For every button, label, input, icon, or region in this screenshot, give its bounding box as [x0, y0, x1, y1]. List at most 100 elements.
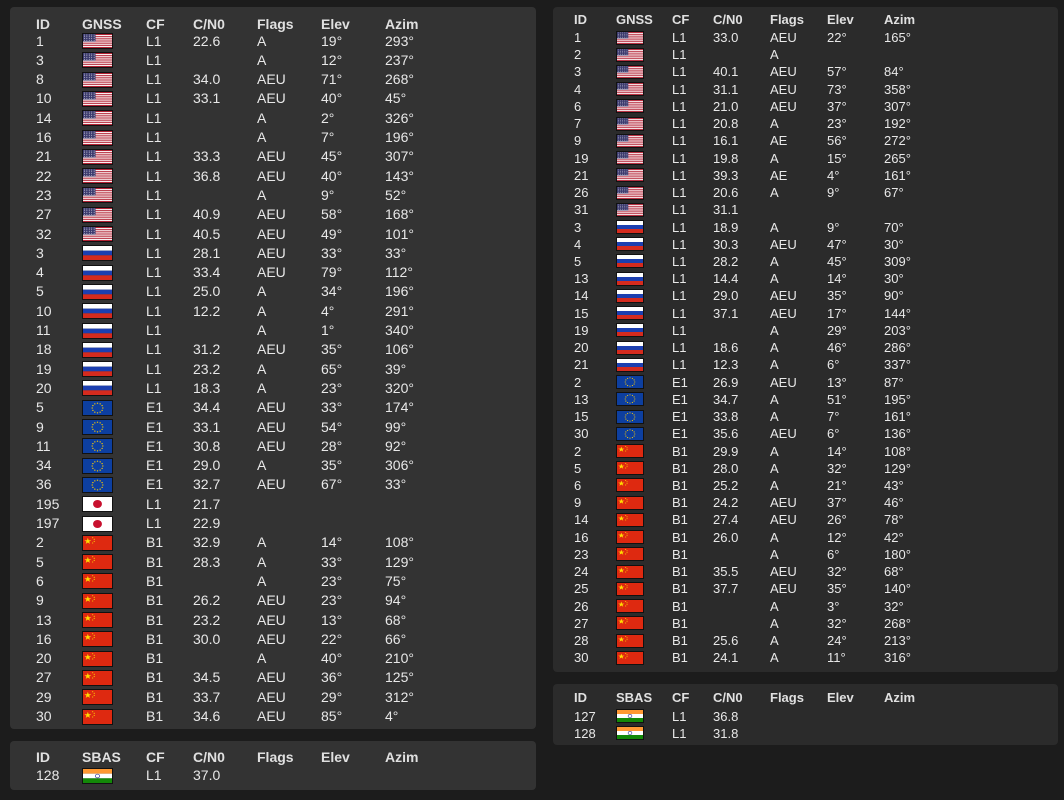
- table-row[interactable]: 9 L1 16.1 AE 56° 272°: [553, 132, 1058, 149]
- table-row[interactable]: 8 L1 34.0 AEU 71° 268°: [10, 70, 536, 89]
- column-header-cf[interactable]: CF: [672, 11, 689, 29]
- column-header-elev[interactable]: Elev: [321, 747, 350, 767]
- cell-elev: 23°: [321, 379, 343, 396]
- column-header-sbas[interactable]: SBAS: [616, 689, 652, 707]
- table-row[interactable]: 4 L1 31.1 AEU 73° 358°: [553, 81, 1058, 98]
- table-row[interactable]: 1 L1 33.0 AEU 22° 165°: [553, 29, 1058, 46]
- cell-flags: A: [770, 598, 779, 614]
- table-row[interactable]: 27 B1 A 32° 268°: [553, 615, 1058, 632]
- column-header-elev[interactable]: Elev: [827, 11, 854, 29]
- table-row[interactable]: 14 L1 29.0 AEU 35° 90°: [553, 287, 1058, 304]
- table-row[interactable]: 19 L1 23.2 A 65° 39°: [10, 360, 536, 379]
- column-header-elev[interactable]: Elev: [827, 689, 854, 707]
- table-row[interactable]: 4 L1 33.4 AEU 79° 112°: [10, 263, 536, 282]
- table-row[interactable]: 24 B1 35.5 AEU 32° 68°: [553, 563, 1058, 580]
- table-row[interactable]: 14 L1 A 2° 326°: [10, 109, 536, 128]
- table-row[interactable]: 1 L1 22.6 A 19° 293°: [10, 32, 536, 51]
- table-row[interactable]: 32 L1 40.5 AEU 49° 101°: [10, 225, 536, 244]
- table-row[interactable]: 127 L1 36.8: [553, 708, 1058, 725]
- russia-flag-icon: [82, 322, 113, 339]
- table-row[interactable]: 19 L1 A 29° 203°: [553, 322, 1058, 339]
- table-row[interactable]: 3 L1 A 12° 237°: [10, 51, 536, 70]
- table-row[interactable]: 28 B1 25.6 A 24° 213°: [553, 632, 1058, 649]
- table-row[interactable]: 5 B1 28.0 A 32° 129°: [553, 460, 1058, 477]
- table-row[interactable]: 11 L1 A 1° 340°: [10, 321, 536, 340]
- table-row[interactable]: 22 L1 36.8 AEU 40° 143°: [10, 167, 536, 186]
- column-header-flags[interactable]: Flags: [770, 689, 804, 707]
- column-header-cn0[interactable]: C/N0: [193, 747, 225, 767]
- table-row[interactable]: 20 L1 18.6 A 46° 286°: [553, 339, 1058, 356]
- table-row[interactable]: 18 L1 31.2 AEU 35° 106°: [10, 340, 536, 359]
- table-row[interactable]: 6 B1 A 23° 75°: [10, 572, 536, 591]
- table-row[interactable]: 3 L1 40.1 AEU 57° 84°: [553, 63, 1058, 80]
- table-row[interactable]: 19 L1 19.8 A 15° 265°: [553, 150, 1058, 167]
- table-row[interactable]: 21 L1 33.3 AEU 45° 307°: [10, 147, 536, 166]
- table-row[interactable]: 30 B1 34.6 AEU 85° 4°: [10, 707, 536, 726]
- table-row[interactable]: 9 B1 24.2 AEU 37° 46°: [553, 494, 1058, 511]
- table-row[interactable]: 9 B1 26.2 AEU 23° 94°: [10, 591, 536, 610]
- table-row[interactable]: 5 L1 28.2 A 45° 309°: [553, 253, 1058, 270]
- table-row[interactable]: 2 E1 26.9 AEU 13° 87°: [553, 374, 1058, 391]
- table-row[interactable]: 23 L1 A 9° 52°: [10, 186, 536, 205]
- table-row[interactable]: 9 E1 33.1 AEU 54° 99°: [10, 418, 536, 437]
- table-row[interactable]: 23 B1 A 6° 180°: [553, 546, 1058, 563]
- column-header-cn0[interactable]: C/N0: [713, 11, 743, 29]
- column-header-azim[interactable]: Azim: [884, 11, 915, 29]
- table-row[interactable]: 2 B1 29.9 A 14° 108°: [553, 443, 1058, 460]
- column-header-azim[interactable]: Azim: [385, 747, 418, 767]
- column-header-id[interactable]: ID: [36, 747, 50, 767]
- table-row[interactable]: 13 L1 14.4 A 14° 30°: [553, 270, 1058, 287]
- table-row[interactable]: 30 E1 35.6 AEU 6° 136°: [553, 425, 1058, 442]
- table-row[interactable]: 25 B1 37.7 AEU 35° 140°: [553, 580, 1058, 597]
- column-header-flags[interactable]: Flags: [770, 11, 804, 29]
- column-header-id[interactable]: ID: [574, 689, 587, 707]
- table-row[interactable]: 21 L1 12.3 A 6° 337°: [553, 356, 1058, 373]
- table-row[interactable]: 10 L1 33.1 AEU 40° 45°: [10, 89, 536, 108]
- table-row[interactable]: 10 L1 12.2 A 4° 291°: [10, 302, 536, 321]
- table-row[interactable]: 20 L1 18.3 A 23° 320°: [10, 379, 536, 398]
- table-row[interactable]: 128 L1 31.8: [553, 725, 1058, 742]
- table-row[interactable]: 13 E1 34.7 A 51° 195°: [553, 391, 1058, 408]
- table-row[interactable]: 21 L1 39.3 AE 4° 161°: [553, 167, 1058, 184]
- table-row[interactable]: 11 E1 30.8 AEU 28° 92°: [10, 437, 536, 456]
- table-row[interactable]: 15 L1 37.1 AEU 17° 144°: [553, 305, 1058, 322]
- column-header-gnss[interactable]: GNSS: [616, 11, 653, 29]
- table-row[interactable]: 27 B1 34.5 AEU 36° 125°: [10, 668, 536, 687]
- table-row[interactable]: 16 B1 26.0 A 12° 42°: [553, 529, 1058, 546]
- table-row[interactable]: 3 L1 18.9 A 9° 70°: [553, 219, 1058, 236]
- table-row[interactable]: 36 E1 32.7 AEU 67° 33°: [10, 475, 536, 494]
- column-header-cn0[interactable]: C/N0: [713, 689, 743, 707]
- table-row[interactable]: 195 L1 21.7: [10, 495, 536, 514]
- table-row[interactable]: 26 B1 A 3° 32°: [553, 598, 1058, 615]
- table-row[interactable]: 5 E1 34.4 AEU 33° 174°: [10, 398, 536, 417]
- table-row[interactable]: 27 L1 40.9 AEU 58° 168°: [10, 205, 536, 224]
- table-row[interactable]: 16 B1 30.0 AEU 22° 66°: [10, 630, 536, 649]
- table-row[interactable]: 128 L1 37.0: [10, 766, 536, 785]
- table-row[interactable]: 5 L1 25.0 A 34° 196°: [10, 282, 536, 301]
- table-row[interactable]: 4 L1 30.3 AEU 47° 30°: [553, 236, 1058, 253]
- column-header-azim[interactable]: Azim: [884, 689, 915, 707]
- table-row[interactable]: 13 B1 23.2 AEU 13° 68°: [10, 611, 536, 630]
- table-row[interactable]: 20 B1 A 40° 210°: [10, 649, 536, 668]
- table-row[interactable]: 3 L1 28.1 AEU 33° 33°: [10, 244, 536, 263]
- table-row[interactable]: 6 B1 25.2 A 21° 43°: [553, 477, 1058, 494]
- table-row[interactable]: 197 L1 22.9: [10, 514, 536, 533]
- table-row[interactable]: 34 E1 29.0 A 35° 306°: [10, 456, 536, 475]
- table-row[interactable]: 30 B1 24.1 A 11° 316°: [553, 649, 1058, 666]
- table-row[interactable]: 29 B1 33.7 AEU 29° 312°: [10, 688, 536, 707]
- table-row[interactable]: 2 L1 A: [553, 46, 1058, 63]
- table-row[interactable]: 7 L1 20.8 A 23° 192°: [553, 115, 1058, 132]
- column-header-sbas[interactable]: SBAS: [82, 747, 121, 767]
- table-row[interactable]: 5 B1 28.3 A 33° 129°: [10, 553, 536, 572]
- table-row[interactable]: 14 B1 27.4 AEU 26° 78°: [553, 511, 1058, 528]
- table-row[interactable]: 2 B1 32.9 A 14° 108°: [10, 533, 536, 552]
- table-row[interactable]: 15 E1 33.8 A 7° 161°: [553, 408, 1058, 425]
- table-row[interactable]: 16 L1 A 7° 196°: [10, 128, 536, 147]
- column-header-cf[interactable]: CF: [146, 747, 165, 767]
- column-header-id[interactable]: ID: [574, 11, 587, 29]
- column-header-flags[interactable]: Flags: [257, 747, 294, 767]
- column-header-cf[interactable]: CF: [672, 689, 689, 707]
- table-row[interactable]: 31 L1 31.1: [553, 201, 1058, 218]
- table-row[interactable]: 6 L1 21.0 AEU 37° 307°: [553, 98, 1058, 115]
- table-row[interactable]: 26 L1 20.6 A 9° 67°: [553, 184, 1058, 201]
